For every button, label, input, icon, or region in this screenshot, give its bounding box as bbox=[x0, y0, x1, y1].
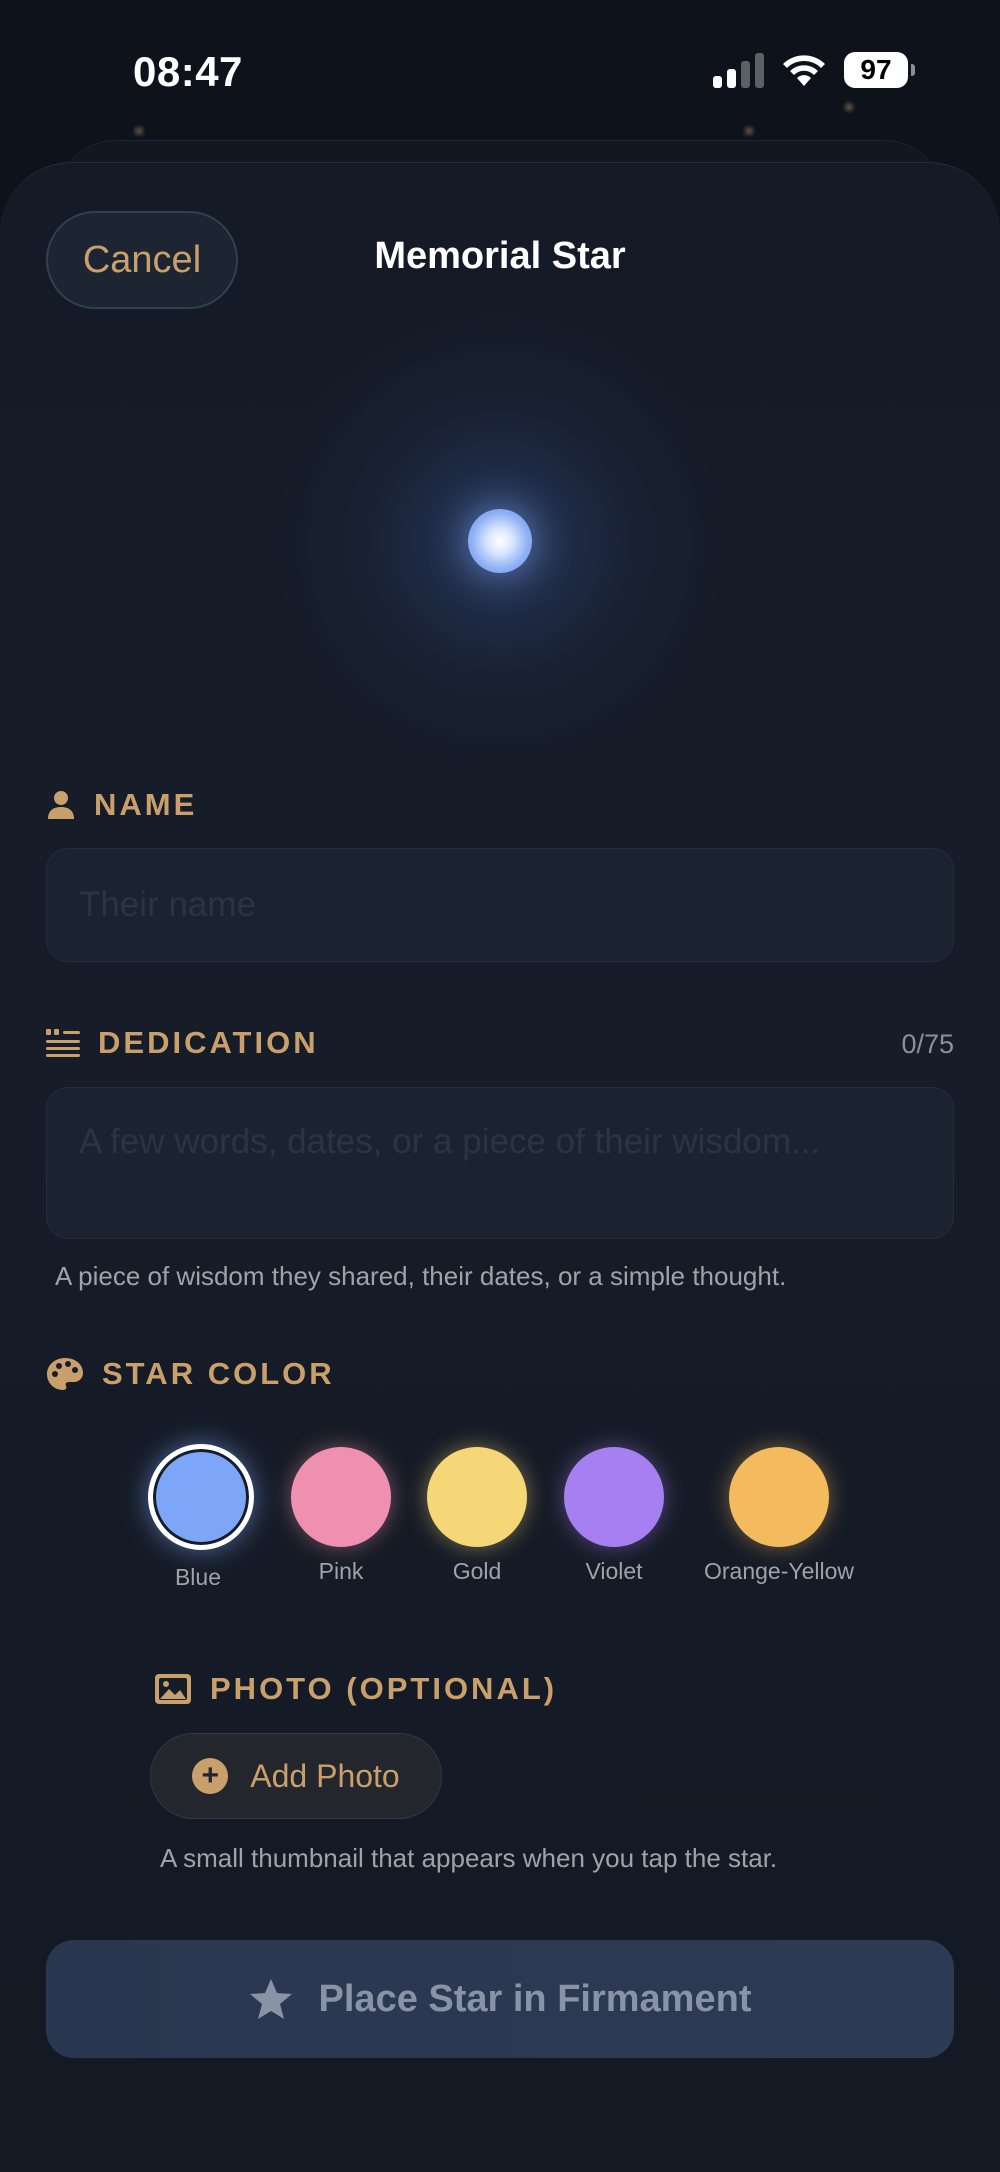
color-label-orange-yellow: Orange-Yellow bbox=[703, 1558, 855, 1584]
app-screen: 08:47 97 Cancel Memorial Star NAME Their… bbox=[0, 0, 1000, 2172]
star-icon bbox=[249, 1979, 292, 2019]
color-swatches: Blue Pink Gold Violet Orange-Yellow bbox=[0, 1434, 1000, 1604]
palette-icon bbox=[47, 1358, 83, 1390]
photo-label-row: PHOTO (OPTIONAL) bbox=[154, 1671, 557, 1707]
color-swatch-pink[interactable] bbox=[291, 1447, 391, 1547]
name-label-row: NAME bbox=[46, 787, 197, 823]
battery-icon: 97 bbox=[844, 52, 915, 88]
person-icon bbox=[48, 791, 74, 819]
color-swatch-orange-yellow[interactable] bbox=[729, 1447, 829, 1547]
color-swatch-violet[interactable] bbox=[564, 1447, 664, 1547]
dedication-textarea[interactable] bbox=[46, 1087, 954, 1239]
status-icons: 97 bbox=[713, 52, 915, 88]
quote-icon bbox=[46, 1029, 80, 1057]
photo-helper-text: A small thumbnail that appears when you … bbox=[160, 1843, 778, 1873]
cellular-signal-icon bbox=[713, 52, 764, 88]
place-star-label: Place Star in Firmament bbox=[318, 1977, 752, 2020]
star-color-label: STAR COLOR bbox=[102, 1356, 335, 1391]
place-star-button[interactable]: Place Star in Firmament bbox=[46, 1940, 954, 2058]
wifi-icon bbox=[783, 55, 825, 86]
sheet-title: Memorial Star bbox=[374, 235, 626, 277]
add-photo-button[interactable]: + Add Photo bbox=[150, 1733, 442, 1819]
star-preview bbox=[468, 509, 532, 573]
color-swatch-blue[interactable] bbox=[148, 1444, 254, 1550]
dedication-label-row: DEDICATION bbox=[46, 1025, 319, 1061]
photo-label: PHOTO (OPTIONAL) bbox=[210, 1671, 558, 1706]
color-swatch-gold[interactable] bbox=[427, 1447, 527, 1547]
dedication-char-counter: 0/75 bbox=[901, 1029, 954, 1059]
plus-circle-icon: + bbox=[192, 1758, 229, 1794]
dedication-helper-text: A piece of wisdom they shared, their dat… bbox=[55, 1261, 787, 1291]
background-star bbox=[132, 124, 146, 138]
name-label: NAME bbox=[94, 787, 198, 822]
background-star bbox=[742, 124, 756, 138]
image-icon bbox=[155, 1674, 191, 1704]
status-time: 08:47 bbox=[133, 48, 243, 95]
name-input[interactable] bbox=[46, 848, 954, 962]
background-star bbox=[842, 100, 856, 114]
star-color-label-row: STAR COLOR bbox=[46, 1356, 335, 1392]
memorial-star-sheet: Cancel Memorial Star NAME DEDICATION bbox=[0, 162, 1000, 2172]
dedication-label: DEDICATION bbox=[98, 1025, 319, 1060]
add-photo-label: Add Photo bbox=[250, 1757, 400, 1794]
